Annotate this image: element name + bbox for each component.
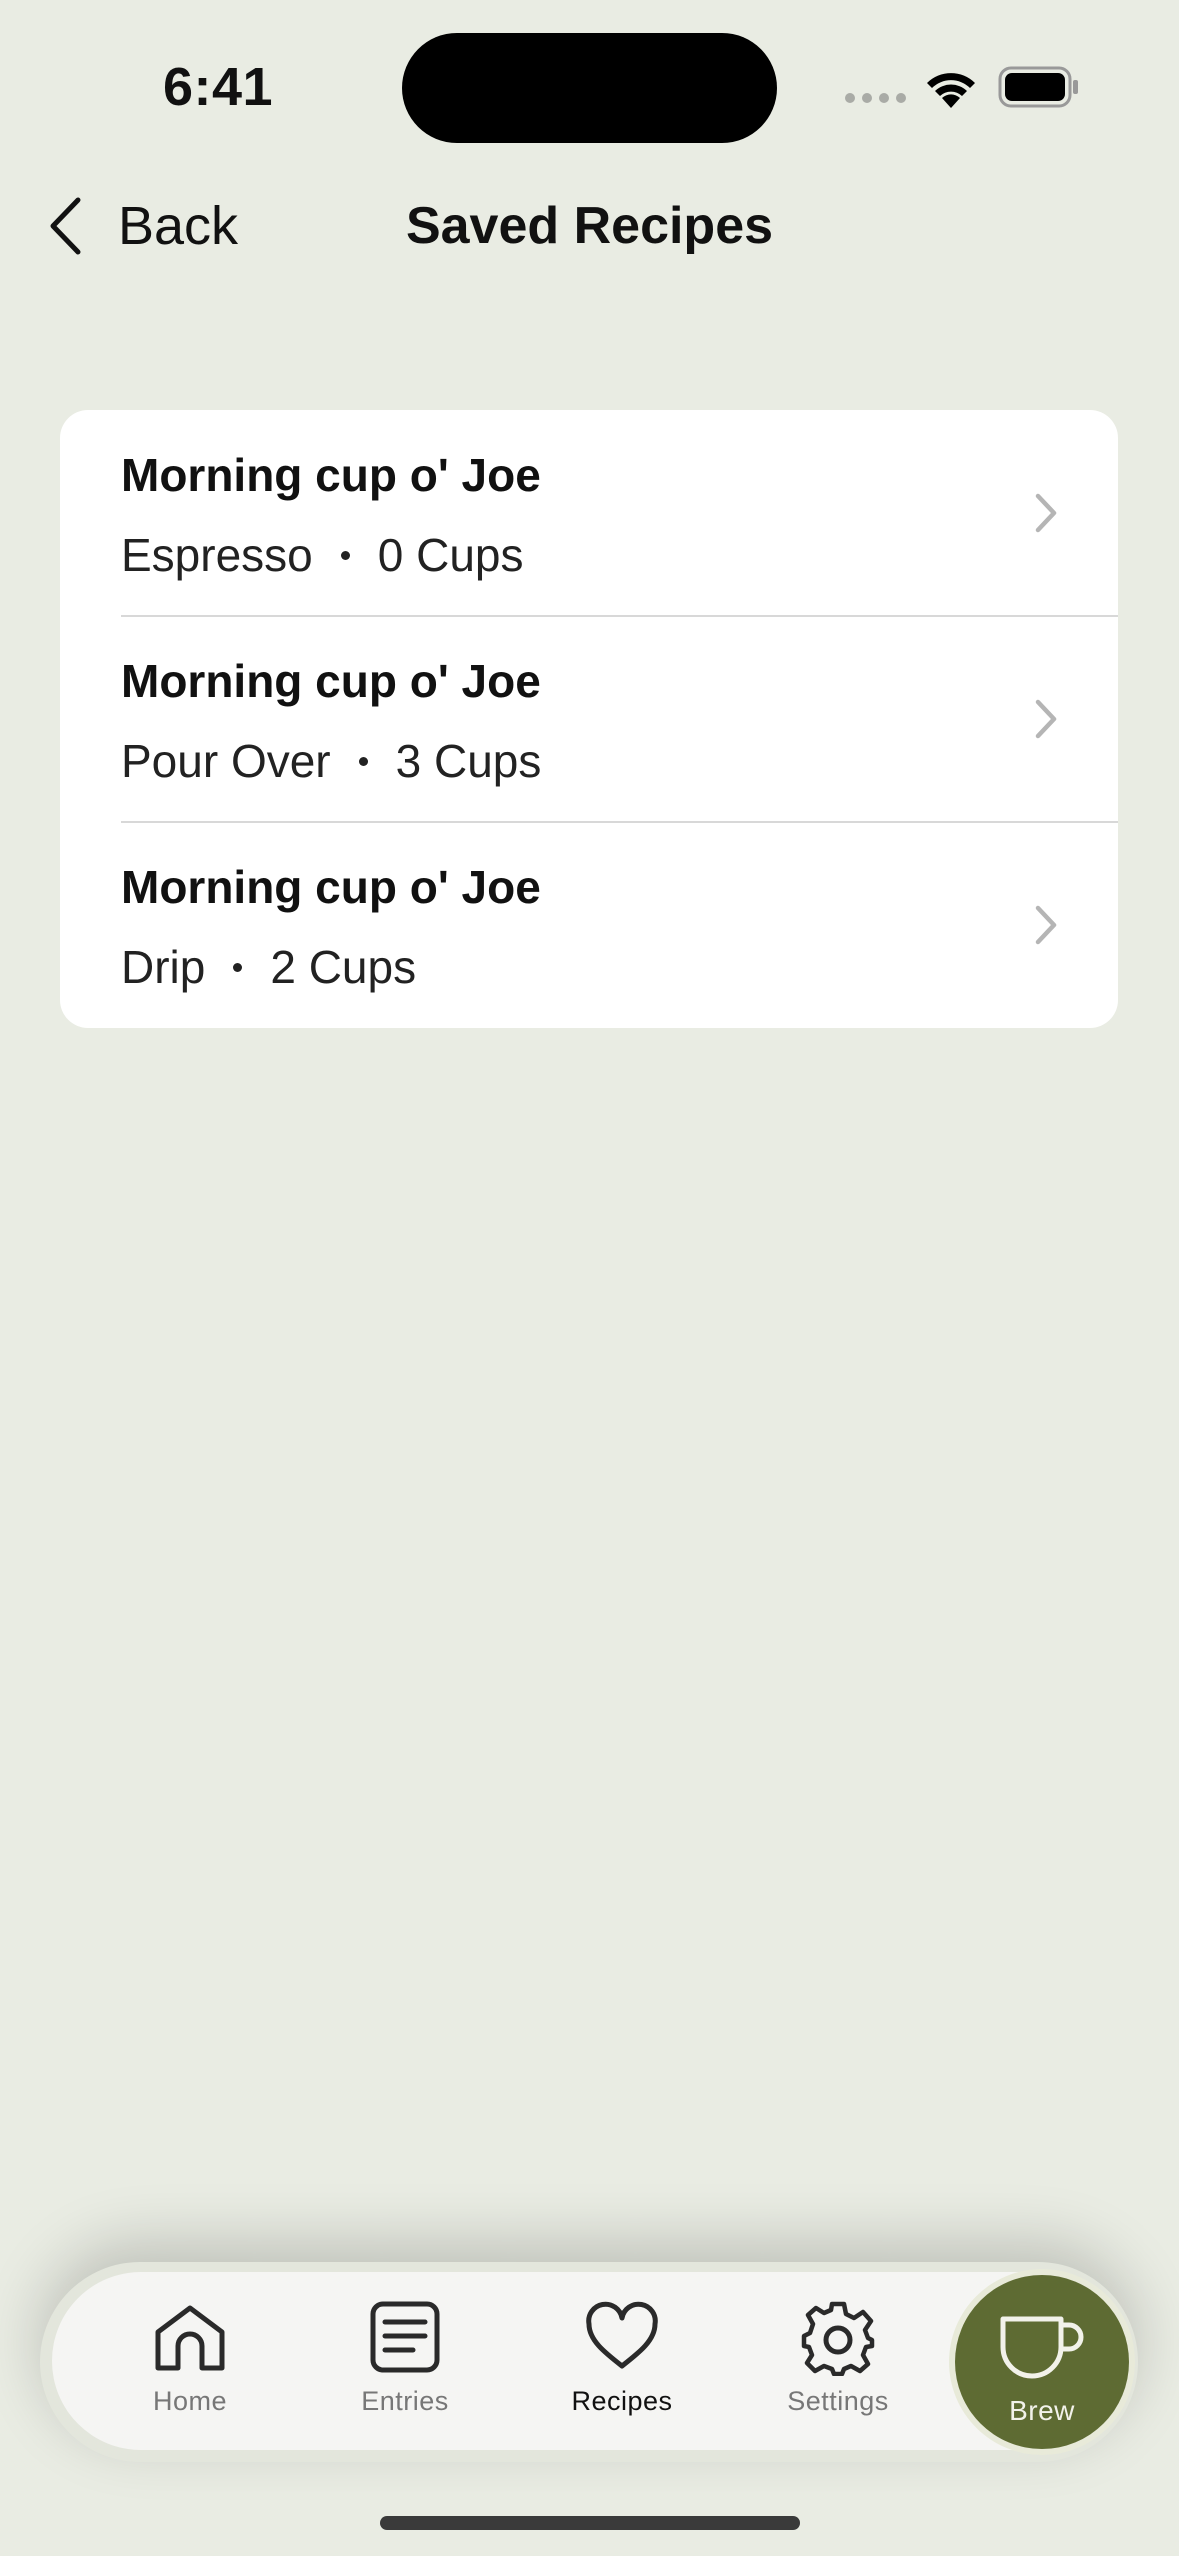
separator-dot [358, 757, 368, 767]
tab-label: Home [152, 2386, 228, 2416]
tab-label: Entries [361, 2386, 449, 2416]
cellular-signal-icon [845, 93, 906, 103]
tab-entries[interactable]: Entries [320, 2300, 490, 2430]
recipe-method: Espresso [121, 529, 313, 581]
recipe-method: Drip [121, 941, 206, 993]
tab-label: Settings [787, 2386, 889, 2416]
heart-icon [586, 2301, 658, 2369]
dynamic-island [402, 33, 777, 143]
recipe-row[interactable]: Morning cup o' Joe Pour Over 3 Cups [60, 616, 1118, 822]
home-icon [155, 2305, 225, 2371]
cup-icon [1000, 2316, 1084, 2379]
home-indicator[interactable] [380, 2516, 800, 2530]
separator-dot [340, 551, 350, 561]
wifi-icon [927, 73, 975, 108]
tab-home[interactable]: Home [105, 2300, 275, 2430]
page-title: Saved Recipes [405, 197, 774, 255]
chevron-right-icon [1035, 493, 1057, 533]
entries-icon [370, 2301, 440, 2373]
recipe-name: Morning cup o' Joe [121, 655, 541, 707]
status-time: 6:41 [163, 57, 274, 117]
tab-recipes[interactable]: Recipes [537, 2300, 707, 2430]
recipe-cups: 0 Cups [377, 529, 524, 581]
recipe-details: Pour Over 3 Cups [121, 734, 541, 788]
gear-icon [801, 2301, 875, 2376]
tab-settings[interactable]: Settings [753, 2300, 923, 2430]
recipe-method: Pour Over [121, 735, 331, 787]
brew-label: Brew [1009, 2395, 1075, 2426]
recipe-cups: 2 Cups [270, 941, 417, 993]
recipe-list: Morning cup o' Joe Espresso 0 Cups Mornin… [60, 410, 1118, 1028]
recipe-row[interactable]: Morning cup o' Joe Drip 2 Cups [60, 822, 1118, 1028]
recipe-details: Espresso 0 Cups [121, 528, 524, 582]
recipe-cups: 3 Cups [395, 735, 542, 787]
separator-dot [233, 963, 243, 973]
chevron-right-icon [1035, 905, 1057, 945]
recipe-row[interactable]: Morning cup o' Joe Espresso 0 Cups [60, 410, 1118, 616]
chevron-right-icon [1035, 699, 1057, 739]
brew-button[interactable]: Brew [955, 2275, 1129, 2449]
recipe-details: Drip 2 Cups [121, 940, 416, 994]
recipe-name: Morning cup o' Joe [121, 449, 541, 501]
recipe-name: Morning cup o' Joe [121, 861, 541, 913]
battery-icon [998, 66, 1078, 108]
tab-label: Recipes [571, 2386, 673, 2416]
